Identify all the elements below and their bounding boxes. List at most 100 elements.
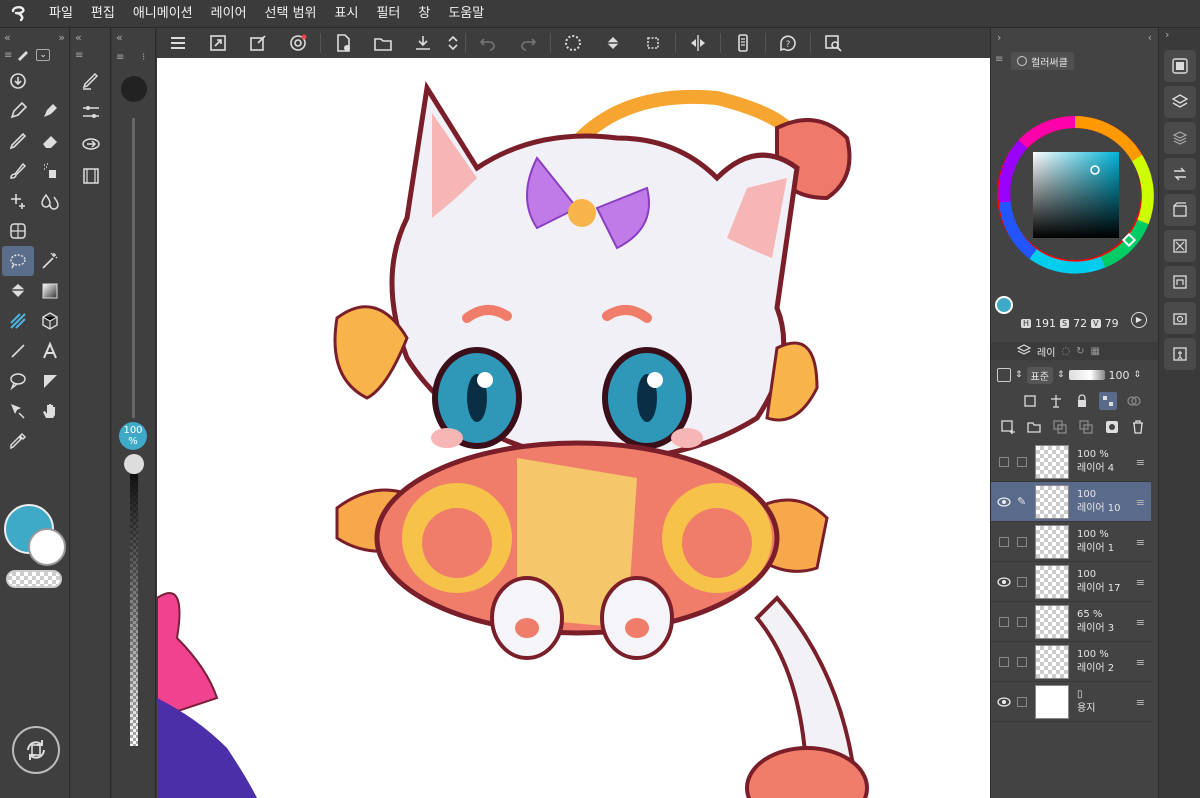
open-folder-icon[interactable]	[363, 28, 403, 58]
new-file-icon[interactable]	[323, 28, 363, 58]
3d-cube-icon[interactable]	[34, 306, 66, 336]
visibility-toggle[interactable]	[991, 656, 1017, 667]
phone-icon[interactable]	[723, 28, 763, 58]
mesh-globe-icon[interactable]	[2, 216, 34, 246]
menu-file[interactable]: 파일	[40, 0, 82, 28]
menu-selection[interactable]: 선택 범위	[256, 0, 326, 28]
visibility-toggle[interactable]	[991, 536, 1017, 547]
film-icon[interactable]	[71, 160, 111, 192]
airbrush-icon[interactable]	[34, 156, 66, 186]
layer-lock-toggle[interactable]	[1017, 656, 1027, 667]
brush-icon[interactable]	[2, 156, 34, 186]
eraser-icon[interactable]	[34, 126, 66, 156]
canvas-rotate-button[interactable]	[12, 726, 60, 774]
lock-transparency-icon[interactable]	[1099, 392, 1117, 410]
figure-material-icon[interactable]	[1163, 338, 1196, 370]
layers-tab-icon[interactable]	[1016, 343, 1032, 359]
animation-icon[interactable]	[1163, 194, 1196, 226]
object-select-icon[interactable]	[2, 396, 34, 426]
layer-menu-icon[interactable]: ≡	[1136, 496, 1145, 509]
new-folder-icon[interactable]	[1025, 418, 1043, 436]
double-chevron-right-icon[interactable]: »	[58, 31, 65, 44]
new-raster-layer-icon[interactable]	[999, 418, 1017, 436]
layer-menu-icon[interactable]: ≡	[1136, 536, 1145, 549]
layer-row[interactable]: 100 % 레이어 4 ≡	[991, 442, 1151, 482]
undo-icon[interactable]	[468, 28, 508, 58]
menu-view[interactable]: 표시	[326, 0, 368, 28]
layer-color-box[interactable]	[997, 368, 1011, 382]
chevron-updown-icon[interactable]	[443, 28, 463, 58]
layer-row-selected[interactable]: ✎ 100 레이어 10 ≡	[991, 482, 1151, 522]
material-icon[interactable]	[1163, 230, 1196, 262]
layer-row[interactable]: 100 레이어 17 ≡	[991, 562, 1151, 602]
layer-opacity-value[interactable]: 100	[1109, 369, 1130, 382]
app-logo-icon[interactable]	[0, 0, 40, 28]
layer-property-icon[interactable]	[1163, 122, 1196, 154]
menu-help[interactable]: 도움말	[439, 0, 493, 28]
balloon-icon[interactable]	[2, 366, 34, 396]
mask-icon[interactable]	[1125, 392, 1143, 410]
layer-row[interactable]: 65 % 레이어 3 ≡	[991, 602, 1151, 642]
play-icon[interactable]: ▶	[1131, 312, 1147, 328]
fill-icon[interactable]	[593, 28, 633, 58]
layer-lock-toggle[interactable]	[1017, 576, 1027, 587]
eye-icon[interactable]	[991, 696, 1017, 707]
eyedropper-icon[interactable]	[2, 426, 34, 456]
redo-icon[interactable]	[508, 28, 548, 58]
menu-filter[interactable]: 필터	[367, 0, 409, 28]
bucket-fill-icon[interactable]	[2, 276, 34, 306]
tab-layer[interactable]: 레이	[1037, 344, 1055, 359]
navigator-icon[interactable]	[1163, 50, 1196, 82]
menu-window[interactable]: 창	[409, 0, 439, 28]
blend-mode-select[interactable]: 표준	[1026, 366, 1053, 384]
chevron-updown-icon[interactable]: ⇕	[1057, 370, 1065, 380]
tab-third-icon[interactable]: ↻	[1076, 346, 1084, 357]
menu-icon[interactable]	[158, 28, 198, 58]
flip-icon[interactable]	[678, 28, 718, 58]
visibility-toggle[interactable]	[991, 456, 1017, 467]
tab-color-wheel[interactable]: 컬러써클	[1011, 52, 1074, 70]
info-circle-icon[interactable]	[2, 66, 34, 96]
opacity-slider-knob[interactable]	[124, 454, 144, 474]
frame-border-icon[interactable]	[34, 366, 66, 396]
menu-layer[interactable]: 레이어	[202, 0, 256, 28]
blend-drops-icon[interactable]	[34, 186, 66, 216]
layer-menu-icon[interactable]: ≡	[1136, 576, 1145, 589]
layer-row[interactable]: 100 % 레이어 2 ≡	[991, 642, 1151, 682]
eye-icon[interactable]	[991, 576, 1017, 587]
lasso-select-icon[interactable]	[2, 246, 34, 276]
line-icon[interactable]	[2, 336, 34, 366]
tab-fourth-icon[interactable]: ▦	[1091, 346, 1100, 357]
hamburger-icon[interactable]: ≡	[71, 46, 110, 64]
chevron-updown-icon[interactable]: ⇕	[1134, 370, 1142, 380]
layer-mask-icon[interactable]	[1103, 418, 1121, 436]
layer-menu-icon[interactable]: ≡	[1136, 616, 1145, 629]
pen-icon[interactable]	[2, 96, 34, 126]
sliders-icon[interactable]	[71, 96, 111, 128]
color-wheel[interactable]	[993, 112, 1157, 276]
hamburger-icon[interactable]: ≡	[4, 50, 12, 61]
transfer-down-icon[interactable]	[1051, 418, 1069, 436]
layer-menu-icon[interactable]: ≡	[1136, 656, 1145, 669]
zoom-icon[interactable]	[813, 28, 853, 58]
menu-animation[interactable]: 애니메이션	[124, 0, 202, 28]
hamburger-icon[interactable]: ≡	[116, 52, 124, 63]
hamburger-icon[interactable]: ≡	[995, 54, 1003, 65]
history-icon[interactable]	[1163, 158, 1196, 190]
layers-icon[interactable]	[1163, 86, 1196, 118]
loading-icon[interactable]	[553, 28, 593, 58]
merge-down-icon[interactable]	[1077, 418, 1095, 436]
sparkle-icon[interactable]	[2, 186, 34, 216]
lock-icon[interactable]	[1073, 392, 1091, 410]
chevron-left-icon[interactable]: ‹	[1148, 31, 1152, 44]
menu-edit[interactable]: 편집	[82, 0, 124, 28]
gradient-icon[interactable]	[34, 276, 66, 306]
double-chevron-left-icon[interactable]: «	[112, 28, 155, 46]
export-icon[interactable]	[403, 28, 443, 58]
brush-size-slider[interactable]	[132, 118, 135, 418]
layer-menu-icon[interactable]: ≡	[1136, 696, 1145, 709]
layer-lock-toggle[interactable]	[1017, 696, 1027, 707]
layer-lock-toggle[interactable]	[1017, 616, 1027, 627]
crop-icon[interactable]	[633, 28, 673, 58]
drawing-canvas[interactable]	[157, 58, 990, 798]
